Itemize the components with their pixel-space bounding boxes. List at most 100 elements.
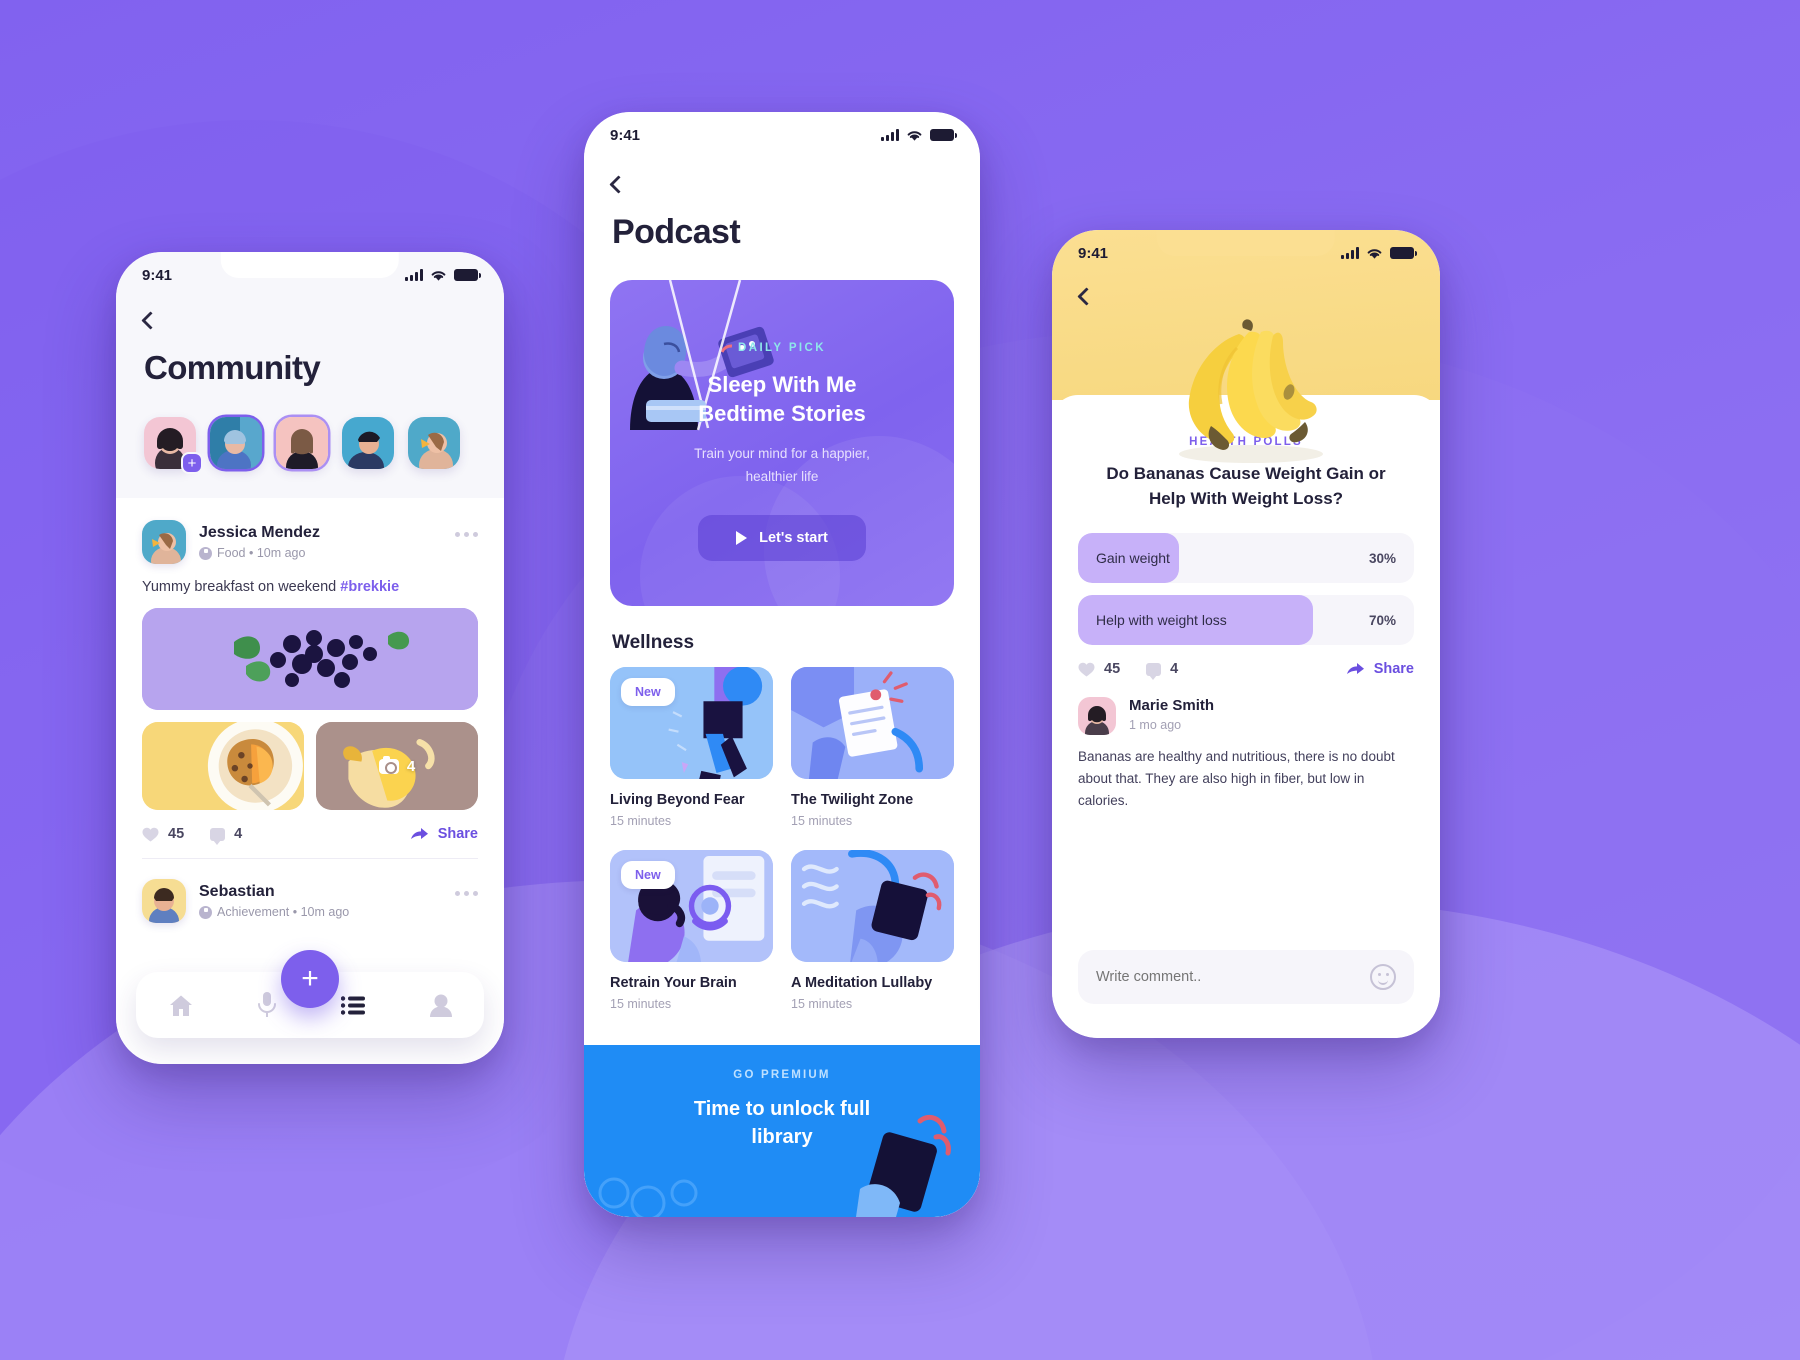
new-badge: New (621, 861, 675, 889)
wellness-card[interactable]: New Retrain Your Brain 15 minutes (610, 850, 773, 1011)
wifi-icon (431, 270, 446, 281)
share-button[interactable]: Share (410, 826, 478, 842)
share-button[interactable]: Share (1346, 661, 1414, 678)
daily-pick-title: Sleep With Me Bedtime Stories (636, 370, 928, 429)
phone-community: 9:41 Community + Jessica Mendez Food • 1… (116, 252, 504, 1064)
wellness-title: The Twilight Zone (791, 792, 914, 808)
status-time: 9:41 (610, 126, 641, 144)
comment-count: 4 (1170, 661, 1179, 678)
story-5[interactable] (408, 417, 460, 469)
status-time: 9:41 (1078, 244, 1109, 262)
post-image-2[interactable] (142, 722, 304, 810)
poll-question: Do Bananas Cause Weight Gain or Help Wit… (1078, 462, 1414, 511)
wellness-title: Retrain Your Brain (610, 975, 737, 991)
page-title: Podcast (612, 213, 741, 251)
podcast-header: Podcast (609, 175, 741, 252)
premium-kicker: GO PREMIUM (733, 1069, 831, 1081)
post-gallery-row: 4 (142, 722, 478, 810)
like-button[interactable]: 45 (1078, 661, 1120, 677)
lets-start-label: Let's start (759, 529, 828, 546)
chevron-left-icon[interactable] (141, 311, 160, 330)
wellness-grid-row-1: New Living Beyond Fear 15 minutes The Tw… (610, 667, 954, 828)
wellness-thumbnail (791, 850, 954, 962)
post-more-button[interactable] (455, 532, 478, 537)
comment-input[interactable] (1096, 969, 1370, 985)
poll-option-label: Help with weight loss (1096, 612, 1227, 629)
smiley-icon[interactable] (1370, 964, 1396, 990)
share-icon (1346, 662, 1364, 674)
microphone-icon[interactable] (257, 992, 276, 1018)
poll-question-line2: Help With Weight Loss? (1148, 488, 1344, 508)
comment-button[interactable]: 4 (210, 826, 242, 845)
chevron-left-icon[interactable] (1077, 287, 1096, 306)
play-icon (736, 530, 748, 545)
page-title: Community (144, 349, 321, 386)
wifi-icon (907, 130, 922, 141)
poll-option-row[interactable]: Gain weight 30% (1078, 533, 1414, 584)
scallop-edge (584, 1045, 980, 1057)
post-more-button[interactable] (455, 891, 478, 896)
wellness-title: A Meditation Lullaby (791, 975, 933, 991)
avatar (408, 417, 460, 469)
wellness-card[interactable]: New Living Beyond Fear 15 minutes (610, 667, 773, 828)
poll-back-button[interactable] (1077, 287, 1096, 306)
avatar[interactable] (142, 879, 186, 923)
battery-icon (930, 129, 957, 141)
comment-item: Marie Smith 1 mo ago (1078, 697, 1414, 736)
avatar[interactable] (1078, 697, 1116, 736)
go-premium-banner[interactable]: GO PREMIUM Time to unlock full library (584, 1045, 980, 1217)
post-meta-text: Achievement • 10m ago (217, 905, 350, 919)
person-icon[interactable] (429, 994, 452, 1017)
wellness-thumbnail: New (610, 667, 773, 779)
category-icon (199, 905, 212, 919)
post-image-main[interactable] (142, 608, 478, 710)
home-icon[interactable] (169, 994, 193, 1017)
phone-podcast: 9:41 Podcast DAILY PICK Sleep With Me Be… (584, 112, 980, 1217)
like-button[interactable]: 45 (142, 826, 184, 842)
lets-start-button[interactable]: Let's start (698, 514, 866, 561)
daily-pick-title-line1: Sleep With Me (707, 372, 857, 397)
story-4[interactable] (342, 417, 394, 469)
premium-title: Time to unlock full library (584, 1095, 980, 1151)
wellness-thumbnail: New (610, 850, 773, 962)
wellness-card[interactable]: A Meditation Lullaby 15 minutes (791, 850, 954, 1011)
comment-input-row[interactable] (1078, 950, 1414, 1004)
poll-option-percent: 70% (1368, 612, 1396, 628)
wellness-duration: 15 minutes (610, 814, 672, 828)
daily-pick-card[interactable]: DAILY PICK Sleep With Me Bedtime Stories… (610, 280, 954, 606)
camera-icon (378, 755, 399, 774)
plus-icon[interactable]: + (181, 452, 203, 474)
new-badge: New (621, 678, 675, 706)
share-icon (410, 827, 428, 839)
category-icon (199, 546, 212, 560)
post-item: Sebastian Achievement • 10m ago (116, 859, 504, 923)
status-bar: 9:41 (1052, 230, 1440, 276)
poll-option-row[interactable]: Help with weight loss 70% (1078, 595, 1414, 646)
daily-pick-subtitle-line2: healthier life (745, 468, 819, 484)
post-text: Yummy breakfast on weekend #brekkie (142, 579, 478, 595)
story-add-own[interactable]: + (144, 417, 203, 474)
daily-pick-subtitle-line1: Train your mind for a happier, (694, 445, 870, 461)
comment-button[interactable]: 4 (1146, 661, 1179, 680)
story-3[interactable] (276, 417, 328, 469)
wifi-icon (1367, 248, 1382, 259)
chevron-left-icon[interactable] (609, 175, 628, 194)
add-post-button[interactable]: + (281, 950, 339, 1008)
premium-title-line1: Time to unlock full (693, 1098, 871, 1120)
avatar (276, 417, 328, 469)
share-label: Share (1373, 661, 1414, 678)
heart-icon (142, 827, 159, 841)
daily-pick-kicker: DAILY PICK (738, 342, 826, 354)
phone-health-poll: 9:41 HEALTH POLLS Do Bananas Cause Weigh… (1052, 230, 1440, 1038)
story-2[interactable] (210, 417, 262, 469)
wellness-card[interactable]: The Twilight Zone 15 minutes (791, 667, 954, 828)
post-gallery: 4 (142, 608, 478, 810)
signal-bars-icon (881, 129, 899, 141)
wellness-duration: 15 minutes (791, 814, 853, 828)
post-image-3[interactable]: 4 (316, 722, 478, 810)
post-hashtag[interactable]: #brekkie (340, 579, 399, 595)
post-meta-text: Food • 10m ago (217, 546, 306, 560)
list-icon[interactable] (340, 995, 365, 1015)
avatar[interactable] (142, 520, 186, 564)
avatar (342, 417, 394, 469)
